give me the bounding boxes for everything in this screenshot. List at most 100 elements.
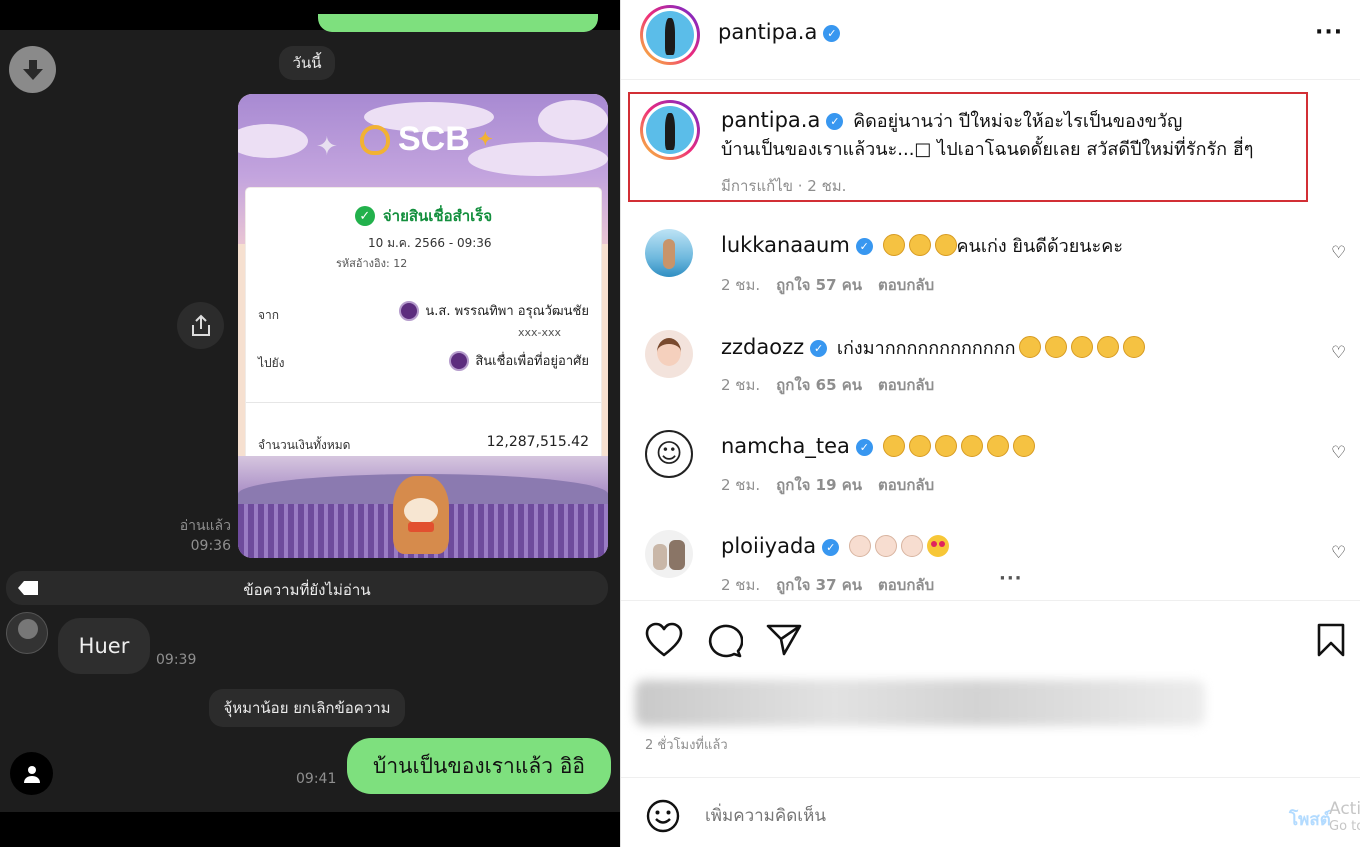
comment: zzdaozz ✓ เก่งมากกกกกกกกกกกก bbox=[721, 333, 1146, 363]
receipt-from-value: น.ส. พรรณทิพา อรุณวัฒนชัย bbox=[399, 300, 589, 321]
comment-username[interactable]: ploiiyada bbox=[721, 534, 816, 558]
receipt-to-value: สินเชื่อเพื่อที่อยู่อาศัย bbox=[449, 350, 589, 371]
outgoing-message-bubble[interactable]: บ้านเป็นของเราแล้ว อิอิ bbox=[347, 738, 611, 794]
divider bbox=[621, 600, 1360, 601]
comment: lukkanaaum ✓ คนเก่ง ยินดีด้วยนะคะ bbox=[721, 231, 1123, 261]
cloud bbox=[538, 100, 608, 140]
comment-time: 2 ชม. bbox=[721, 376, 761, 394]
verified-badge-icon: ✓ bbox=[826, 113, 844, 130]
clapping-hands-icon bbox=[900, 535, 923, 557]
verified-badge-icon: ✓ bbox=[822, 539, 840, 556]
reply-button[interactable]: ตอบกลับ bbox=[878, 376, 934, 394]
caption: pantipa.a ✓ คิดอยู่นานว่า ปีใหม่จะให้อะไร… bbox=[721, 106, 1321, 136]
smiley-icon: ☺ bbox=[645, 430, 693, 478]
caption-avatar[interactable] bbox=[640, 100, 700, 160]
receipt-from-account: xxx-xxx bbox=[517, 326, 561, 339]
outgoing-time: 09:41 bbox=[296, 771, 337, 787]
receipt-to-label: ไปยัง bbox=[258, 356, 285, 370]
sender-avatar[interactable] bbox=[6, 612, 48, 654]
scroll-down-button[interactable] bbox=[9, 46, 56, 93]
clapping-hands-icon bbox=[1071, 336, 1094, 358]
comment-like-icon[interactable]: ♡ bbox=[1331, 543, 1346, 563]
comment-likes[interactable]: ถูกใจ 19 คน bbox=[776, 476, 862, 494]
comment-options-icon[interactable]: ··· bbox=[999, 568, 1023, 589]
receipt-ref: รหัสอ้างอิง: 12 bbox=[336, 257, 408, 270]
unread-divider: ข้อความที่ยังไม่อ่าน bbox=[6, 571, 608, 605]
comment-username[interactable]: zzdaozz bbox=[721, 335, 804, 359]
clapping-hands-icon bbox=[882, 435, 905, 457]
share-post-button[interactable] bbox=[765, 622, 803, 662]
receipt-total-label: จำนวนเงินทั้งหมด bbox=[258, 438, 351, 452]
comment-text: คนเก่ง ยินดีด้วยนะคะ bbox=[956, 236, 1123, 257]
reply-button[interactable]: ตอบกลับ bbox=[878, 476, 934, 494]
avatar-figure bbox=[665, 112, 675, 151]
comment-like-icon[interactable]: ♡ bbox=[1331, 443, 1346, 463]
share-button[interactable] bbox=[177, 302, 224, 349]
comment-likes[interactable]: ถูกใจ 57 คน bbox=[776, 276, 862, 294]
header-username[interactable]: pantipa.a bbox=[718, 20, 817, 44]
clapping-hands-icon bbox=[882, 234, 905, 256]
instagram-post-panel: pantipa.a ✓ ··· pantipa.a ✓ คิดอยู่นานว่า … bbox=[620, 0, 1360, 847]
receipt-image[interactable]: ✦ SCB ✦ ✓ จ่ายสินเชื่อสำเร็จ 10 ม.ค. 256… bbox=[238, 94, 608, 558]
emoji-button[interactable] bbox=[645, 798, 681, 838]
clapping-hands-icon bbox=[934, 234, 957, 256]
user-icon bbox=[23, 765, 40, 783]
profile-button[interactable] bbox=[10, 752, 53, 795]
chat-bottom-bar bbox=[0, 812, 620, 847]
scb-logo: SCB ✦ bbox=[360, 120, 493, 159]
profile-avatar[interactable] bbox=[640, 5, 700, 65]
comment-avatar[interactable] bbox=[645, 330, 693, 378]
comment-likes[interactable]: ถูกใจ 37 คน bbox=[776, 576, 862, 594]
comment-likes[interactable]: ถูกใจ 65 คน bbox=[776, 376, 862, 394]
emoji-icon bbox=[646, 799, 680, 833]
incoming-message-bubble[interactable]: Huer bbox=[58, 618, 150, 674]
clapping-hands-icon bbox=[960, 435, 983, 457]
verified-badge-icon: ✓ bbox=[855, 238, 873, 255]
comment-avatar[interactable] bbox=[645, 229, 693, 277]
comment-time: 2 ชม. bbox=[721, 576, 761, 594]
paper-plane-icon bbox=[766, 624, 802, 656]
avatar-figure bbox=[665, 17, 675, 56]
clapping-hands-icon bbox=[874, 535, 897, 557]
clapping-hands-icon bbox=[1019, 336, 1042, 358]
reply-button[interactable]: ตอบกลับ bbox=[878, 276, 934, 294]
comment-button[interactable] bbox=[705, 622, 744, 662]
comment-avatar[interactable] bbox=[645, 530, 693, 578]
comment-username[interactable]: namcha_tea bbox=[721, 434, 850, 458]
reply-button[interactable]: ตอบกลับ bbox=[878, 576, 934, 594]
like-button[interactable] bbox=[645, 622, 683, 662]
divider bbox=[246, 402, 601, 403]
more-options-icon[interactable]: ··· bbox=[1315, 20, 1343, 45]
post-comment-button[interactable]: โพสต์ bbox=[1289, 806, 1331, 833]
receipt-total-amount: 12,287,515.42 bbox=[486, 434, 589, 450]
caption-line1: คิดอยู่นานว่า ปีใหม่จะให้อะไรเป็นของขวัญ bbox=[853, 111, 1183, 132]
blurred-likes-row bbox=[635, 680, 1205, 726]
shiba-face bbox=[404, 498, 438, 524]
sparkle-icon: ✦ bbox=[477, 129, 493, 149]
save-button[interactable] bbox=[1315, 622, 1347, 662]
share-icon bbox=[191, 314, 210, 336]
comment-time: 2 ชม. bbox=[721, 476, 761, 494]
heart-icon bbox=[645, 622, 683, 657]
caption-username[interactable]: pantipa.a bbox=[721, 108, 820, 132]
clapping-hands-icon bbox=[1012, 435, 1035, 457]
avatar-head bbox=[18, 619, 38, 639]
read-time: 09:36 bbox=[190, 538, 231, 554]
verified-badge-icon: ✓ bbox=[855, 439, 873, 456]
comment-like-icon[interactable]: ♡ bbox=[1331, 243, 1346, 263]
comment-avatar[interactable]: ☺ bbox=[645, 430, 693, 478]
clapping-hands-icon bbox=[908, 435, 931, 457]
comment-username[interactable]: lukkanaaum bbox=[721, 233, 850, 257]
speech-bubble-icon bbox=[708, 624, 744, 658]
date-chip: วันนี้ bbox=[279, 46, 335, 80]
clapping-hands-icon bbox=[1123, 336, 1146, 358]
chat-panel: วันนี้ ✦ SCB ✦ ✓ จ่ายสินเชื่อสำเร็จ 10 ม… bbox=[0, 0, 620, 847]
dog-scarf bbox=[408, 522, 434, 532]
previous-outgoing-bubble bbox=[318, 14, 598, 32]
paper-crane-icon: ✦ bbox=[316, 132, 338, 162]
clapping-hands-icon bbox=[1097, 336, 1120, 358]
receipt-status: ✓ จ่ายสินเชื่อสำเร็จ bbox=[246, 204, 601, 228]
incoming-time: 09:39 bbox=[156, 652, 197, 668]
comment-like-icon[interactable]: ♡ bbox=[1331, 343, 1346, 363]
comment-input[interactable] bbox=[705, 800, 1265, 832]
